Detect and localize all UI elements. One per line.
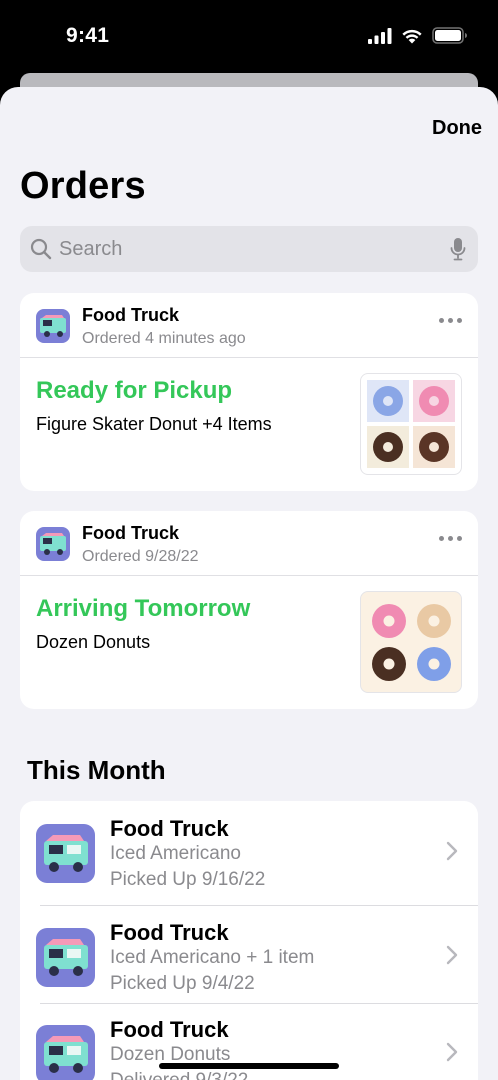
cellular-signal-icon [368,27,392,44]
more-options-icon[interactable] [439,318,462,323]
more-options-icon[interactable] [439,536,462,541]
order-date: Ordered 9/28/22 [82,548,199,565]
order-merchant: Food Truck [82,523,180,543]
food-truck-app-icon [36,824,95,883]
order-history-list: Food Truck Iced Americano Picked Up 9/16… [20,801,478,1080]
row-merchant: Food Truck [110,1017,229,1042]
orders-sheet: Done Orders Food Tr [0,87,498,1080]
food-truck-app-icon [36,309,70,343]
donut-thumbnail [360,591,462,693]
order-items: Figure Skater Donut +4 Items [36,414,272,434]
order-card-header: Food Truck Ordered 9/28/22 [20,511,478,576]
order-card-header: Food Truck Ordered 4 minutes ago [20,293,478,358]
order-card[interactable]: Food Truck Ordered 4 minutes ago Ready f… [20,293,478,491]
order-status: Arriving Tomorrow [36,595,251,622]
search-field[interactable] [20,226,478,272]
microphone-icon[interactable] [450,237,466,261]
order-date: Ordered 4 minutes ago [82,330,246,347]
row-status: Delivered 9/3/22 [110,1070,248,1080]
done-button[interactable]: Done [432,117,482,140]
wifi-icon [402,29,422,43]
list-item[interactable]: Food Truck Dozen Donuts Delivered 9/3/22 [20,1014,478,1080]
section-title: This Month [27,755,166,785]
order-merchant: Food Truck [82,305,180,325]
row-merchant: Food Truck [110,920,229,945]
row-divider [40,905,478,906]
status-icons [368,27,468,44]
chevron-right-icon [446,841,458,861]
home-indicator[interactable] [159,1063,339,1069]
order-status: Ready for Pickup [36,377,233,404]
status-bar: 9:41 [0,0,498,74]
status-time: 9:41 [66,24,110,47]
row-item: Iced Americano [110,843,241,864]
search-icon [30,238,52,260]
chevron-right-icon [446,945,458,965]
row-merchant: Food Truck [110,816,229,841]
row-divider [40,1003,478,1004]
battery-icon [432,27,467,44]
list-item[interactable]: Food Truck Iced Americano + 1 item Picke… [20,917,478,1017]
row-status: Picked Up 9/16/22 [110,869,266,890]
chevron-right-icon [446,1042,458,1062]
food-truck-app-icon [36,1025,95,1080]
search-input[interactable] [59,237,439,261]
row-status: Picked Up 9/4/22 [110,973,255,994]
order-card[interactable]: Food Truck Ordered 9/28/22 Arriving Tomo… [20,511,478,709]
order-items: Dozen Donuts [36,632,151,652]
row-item: Iced Americano + 1 item [110,947,315,968]
donut-thumbnail [360,373,462,475]
food-truck-app-icon [36,527,70,561]
list-item[interactable]: Food Truck Iced Americano Picked Up 9/16… [20,813,478,913]
food-truck-app-icon [36,928,95,987]
page-title: Orders [20,165,146,207]
